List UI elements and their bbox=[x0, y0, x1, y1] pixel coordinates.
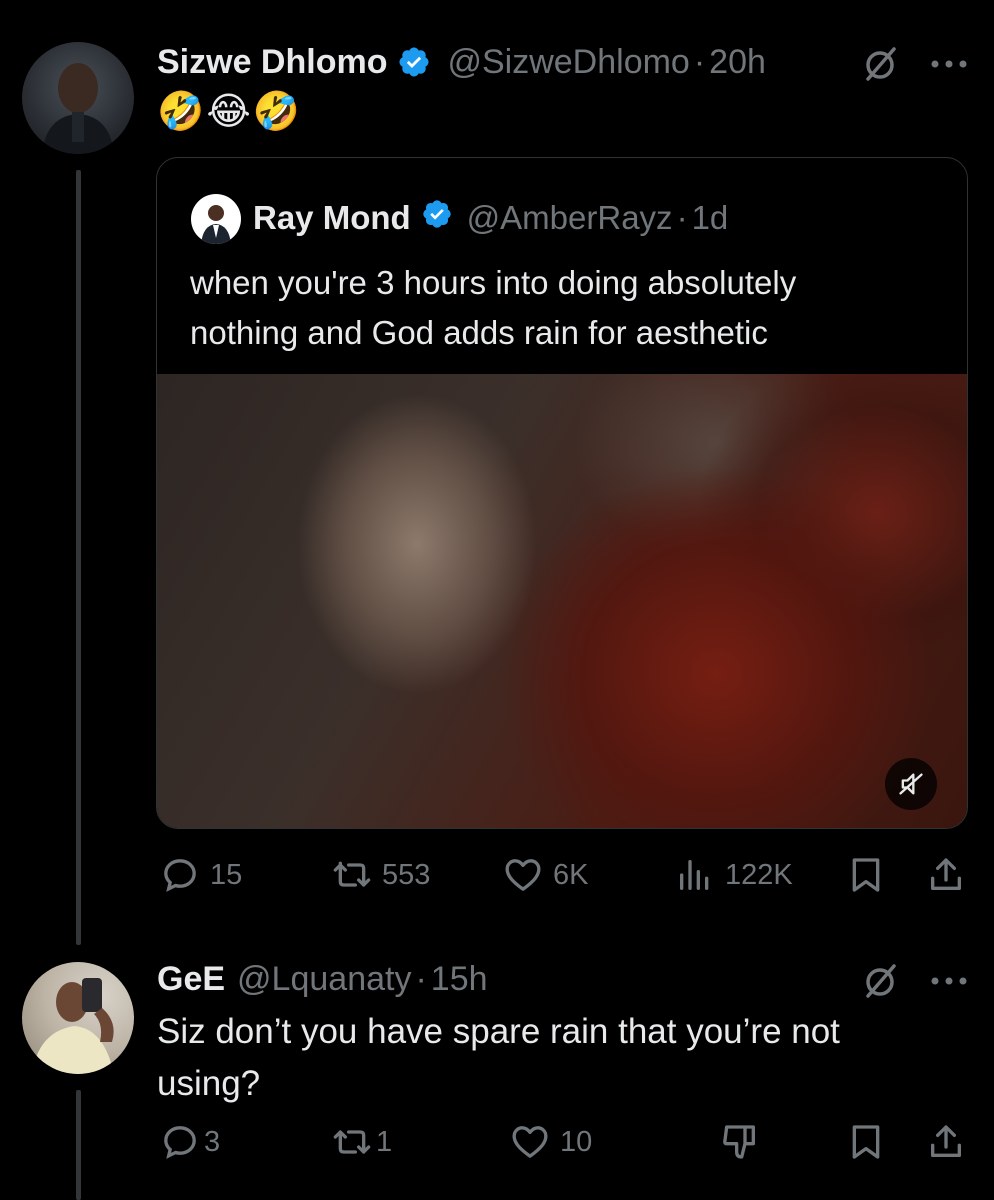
separator: · bbox=[415, 959, 427, 998]
share-icon bbox=[931, 858, 961, 890]
reply-icon bbox=[164, 859, 196, 892]
repost-icon bbox=[333, 861, 371, 887]
quote-video[interactable] bbox=[157, 374, 967, 828]
reply-repost-button[interactable]: 1 bbox=[332, 1122, 392, 1162]
reply-header: GeE @Lquanaty · 15h bbox=[157, 957, 488, 1001]
grok-icon[interactable] bbox=[860, 44, 900, 84]
raymond-avatar bbox=[191, 194, 241, 244]
reply-share-button[interactable] bbox=[926, 1122, 966, 1162]
quote-text-line-1: when you're 3 hours into doing absolutel… bbox=[190, 264, 797, 301]
separator: · bbox=[676, 199, 688, 236]
reply-like-count: 10 bbox=[560, 1125, 593, 1158]
verified-badge-icon bbox=[397, 45, 431, 79]
repost-button[interactable]: 553 bbox=[332, 855, 430, 895]
quote-card[interactable]: Ray Mond @AmberRayz · 1d when you're 3 h… bbox=[156, 157, 968, 829]
reply-button[interactable]: 15 bbox=[160, 855, 242, 895]
like-icon bbox=[505, 859, 541, 891]
quote-author-name: Ray Mond bbox=[253, 199, 411, 236]
repost-count: 553 bbox=[382, 858, 431, 891]
sizwe-avatar[interactable] bbox=[22, 42, 134, 154]
gee-avatar[interactable] bbox=[22, 962, 134, 1074]
quote-author-handle: @AmberRayz bbox=[466, 199, 673, 236]
more-icon[interactable] bbox=[929, 54, 969, 74]
views-button[interactable]: 122K bbox=[675, 855, 793, 895]
timestamp[interactable]: 20h bbox=[709, 43, 766, 82]
views-icon bbox=[680, 860, 709, 890]
reply-author-handle[interactable]: @Lquanaty bbox=[237, 960, 411, 999]
thread-line bbox=[76, 170, 81, 945]
downvote-icon bbox=[723, 1125, 755, 1159]
tweet-text: 🤣😂🤣 bbox=[157, 91, 303, 133]
reply-repost-count: 1 bbox=[376, 1125, 393, 1158]
quote-text: when you're 3 hours into doing absolutel… bbox=[190, 258, 796, 358]
share-icon bbox=[931, 1125, 961, 1157]
reply-thread-line bbox=[76, 1090, 81, 1200]
tweet-header: Sizwe Dhlomo @SizweDhlomo · 20h bbox=[157, 40, 766, 84]
share-button[interactable] bbox=[926, 855, 966, 895]
quote-timestamp: 1d bbox=[691, 199, 729, 236]
author-name[interactable]: Sizwe Dhlomo bbox=[157, 43, 387, 82]
author-handle[interactable]: @SizweDhlomo bbox=[447, 43, 689, 82]
downvote-button[interactable] bbox=[720, 1122, 760, 1162]
reply-author-name[interactable]: GeE bbox=[157, 960, 225, 999]
quote-text-line-2: nothing and God adds rain for aesthetic bbox=[190, 314, 768, 351]
quote-header: Ray Mond @AmberRayz · 1d bbox=[253, 196, 728, 240]
reply-reply-count: 3 bbox=[204, 1125, 221, 1158]
bookmark-icon bbox=[852, 858, 880, 892]
mute-icon bbox=[899, 773, 923, 795]
reply-text: Siz don’t you have spare rain that you’r… bbox=[157, 1006, 840, 1110]
reply-reply-button[interactable]: 3 bbox=[160, 1122, 220, 1162]
views-count: 122K bbox=[725, 858, 793, 891]
reply-bookmark-button[interactable] bbox=[846, 1122, 886, 1162]
reply-like-button[interactable]: 10 bbox=[510, 1122, 592, 1162]
reply-text-line-1: Siz don’t you have spare rain that you’r… bbox=[157, 1012, 840, 1051]
like-count: 6K bbox=[553, 858, 589, 891]
bookmark-button[interactable] bbox=[846, 855, 886, 895]
mute-button[interactable] bbox=[885, 758, 937, 810]
like-button[interactable]: 6K bbox=[503, 855, 588, 895]
reply-icon bbox=[164, 1126, 196, 1159]
reply-text-line-2: using? bbox=[157, 1064, 261, 1103]
like-icon bbox=[512, 1126, 548, 1158]
grok-icon[interactable] bbox=[860, 961, 900, 1001]
reply-count: 15 bbox=[210, 858, 243, 891]
repost-icon bbox=[333, 1130, 371, 1154]
reply-timestamp[interactable]: 15h bbox=[431, 960, 488, 999]
bookmark-icon bbox=[852, 1125, 880, 1159]
verified-badge-icon bbox=[421, 198, 453, 238]
more-icon[interactable] bbox=[929, 971, 969, 991]
separator: · bbox=[693, 42, 706, 81]
